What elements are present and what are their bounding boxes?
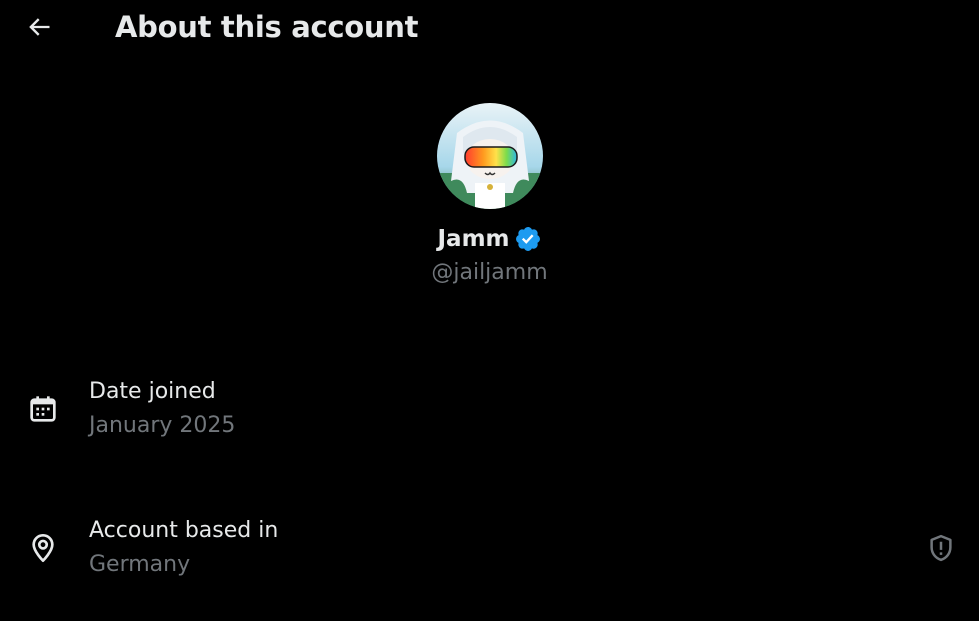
- account-location-row: Account based in Germany: [0, 513, 979, 583]
- name-row: Jamm: [0, 222, 979, 256]
- date-joined-row: Date joined January 2025: [0, 374, 979, 444]
- location-pin-icon: [26, 531, 60, 565]
- account-based-in-label: Account based in: [89, 518, 279, 543]
- header: About this account: [0, 0, 979, 54]
- page-title: About this account: [115, 10, 419, 44]
- handle: @jailjamm: [431, 260, 548, 285]
- avatar-image: [437, 103, 543, 209]
- date-joined-label: Date joined: [89, 379, 216, 404]
- back-button[interactable]: [20, 8, 58, 46]
- display-name: Jamm: [437, 226, 510, 252]
- account-based-in-value: Germany: [89, 552, 191, 577]
- about-account-page: About this account Jamm @jailjamm Date j…: [0, 0, 979, 621]
- arrow-left-icon: [29, 18, 50, 36]
- verified-badge-icon: [514, 225, 542, 253]
- shield-alert-icon: [930, 534, 952, 562]
- calendar-icon: [26, 392, 60, 426]
- avatar[interactable]: [437, 103, 543, 209]
- date-joined-value: January 2025: [89, 413, 236, 438]
- shield-alert-button[interactable]: [924, 531, 958, 565]
